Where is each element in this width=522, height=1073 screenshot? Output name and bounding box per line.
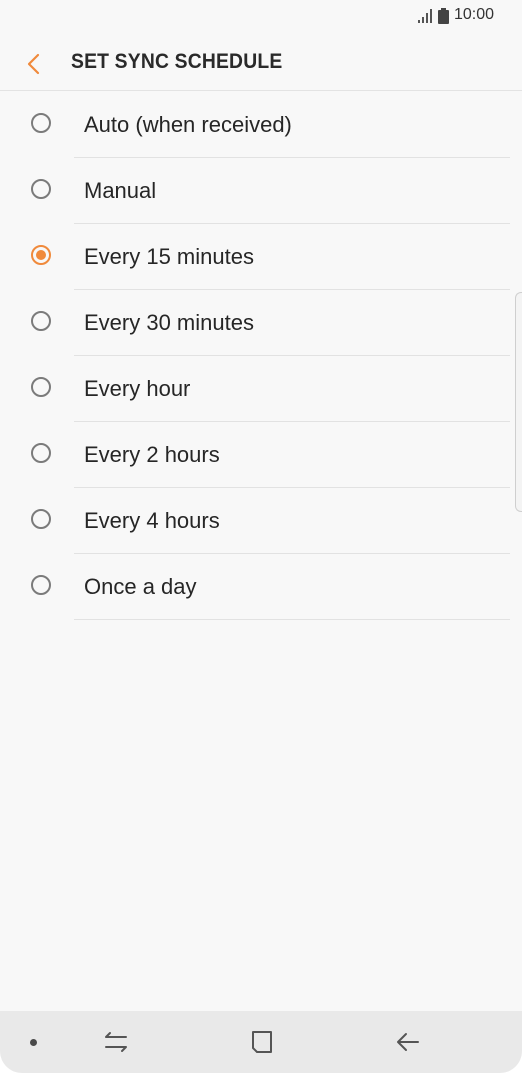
radio-button-selected[interactable]: [31, 245, 51, 265]
option-label: Manual: [84, 178, 157, 203]
edge-panel-handle[interactable]: [515, 292, 522, 512]
home-icon: [252, 1031, 272, 1053]
option-every-30-minutes[interactable]: Every 30 minutes: [0, 290, 510, 356]
back-nav-button[interactable]: [390, 1025, 426, 1059]
chevron-left-icon: [27, 53, 40, 75]
option-label: Once a day: [84, 574, 197, 599]
app-header: SET SYNC SCHEDULE: [0, 34, 522, 90]
option-auto[interactable]: Auto (when received): [0, 92, 510, 158]
page-title: SET SYNC SCHEDULE: [71, 50, 283, 73]
signal-icon: [418, 9, 432, 23]
option-label: Every 15 minutes: [84, 244, 254, 269]
radio-button[interactable]: [31, 509, 51, 529]
option-label: Every hour: [84, 376, 191, 401]
battery-icon: [438, 8, 449, 24]
screen: 10:00 SET SYNC SCHEDULE Auto (when recei…: [0, 0, 522, 1073]
option-label: Every 30 minutes: [84, 310, 254, 335]
option-every-2-hours[interactable]: Every 2 hours: [0, 422, 510, 488]
option-label: Every 2 hours: [84, 442, 220, 467]
option-label: Every 4 hours: [84, 508, 220, 533]
option-every-15-minutes[interactable]: Every 15 minutes: [0, 224, 510, 290]
status-bar: 10:00: [0, 0, 522, 34]
nav-dot-icon: [30, 1039, 37, 1046]
radio-button[interactable]: [31, 443, 51, 463]
radio-button[interactable]: [31, 311, 51, 331]
header-divider: [0, 90, 522, 91]
status-time: 10:00: [454, 6, 495, 23]
home-button[interactable]: [244, 1025, 280, 1059]
navigation-bar: [0, 1011, 522, 1073]
option-once-a-day[interactable]: Once a day: [0, 554, 510, 620]
radio-button[interactable]: [31, 377, 51, 397]
row-divider: [74, 619, 510, 620]
option-label: Auto (when received): [84, 112, 292, 137]
recents-button[interactable]: [98, 1025, 134, 1059]
sync-schedule-options: Auto (when received) Manual Every 15 min…: [0, 92, 510, 620]
radio-button[interactable]: [31, 113, 51, 133]
radio-button[interactable]: [31, 575, 51, 595]
option-every-hour[interactable]: Every hour: [0, 356, 510, 422]
option-every-4-hours[interactable]: Every 4 hours: [0, 488, 510, 554]
radio-button[interactable]: [31, 179, 51, 199]
back-button[interactable]: [18, 46, 52, 80]
back-arrow-icon: [397, 1033, 419, 1051]
option-manual[interactable]: Manual: [0, 158, 510, 224]
recents-icon: [105, 1032, 127, 1052]
